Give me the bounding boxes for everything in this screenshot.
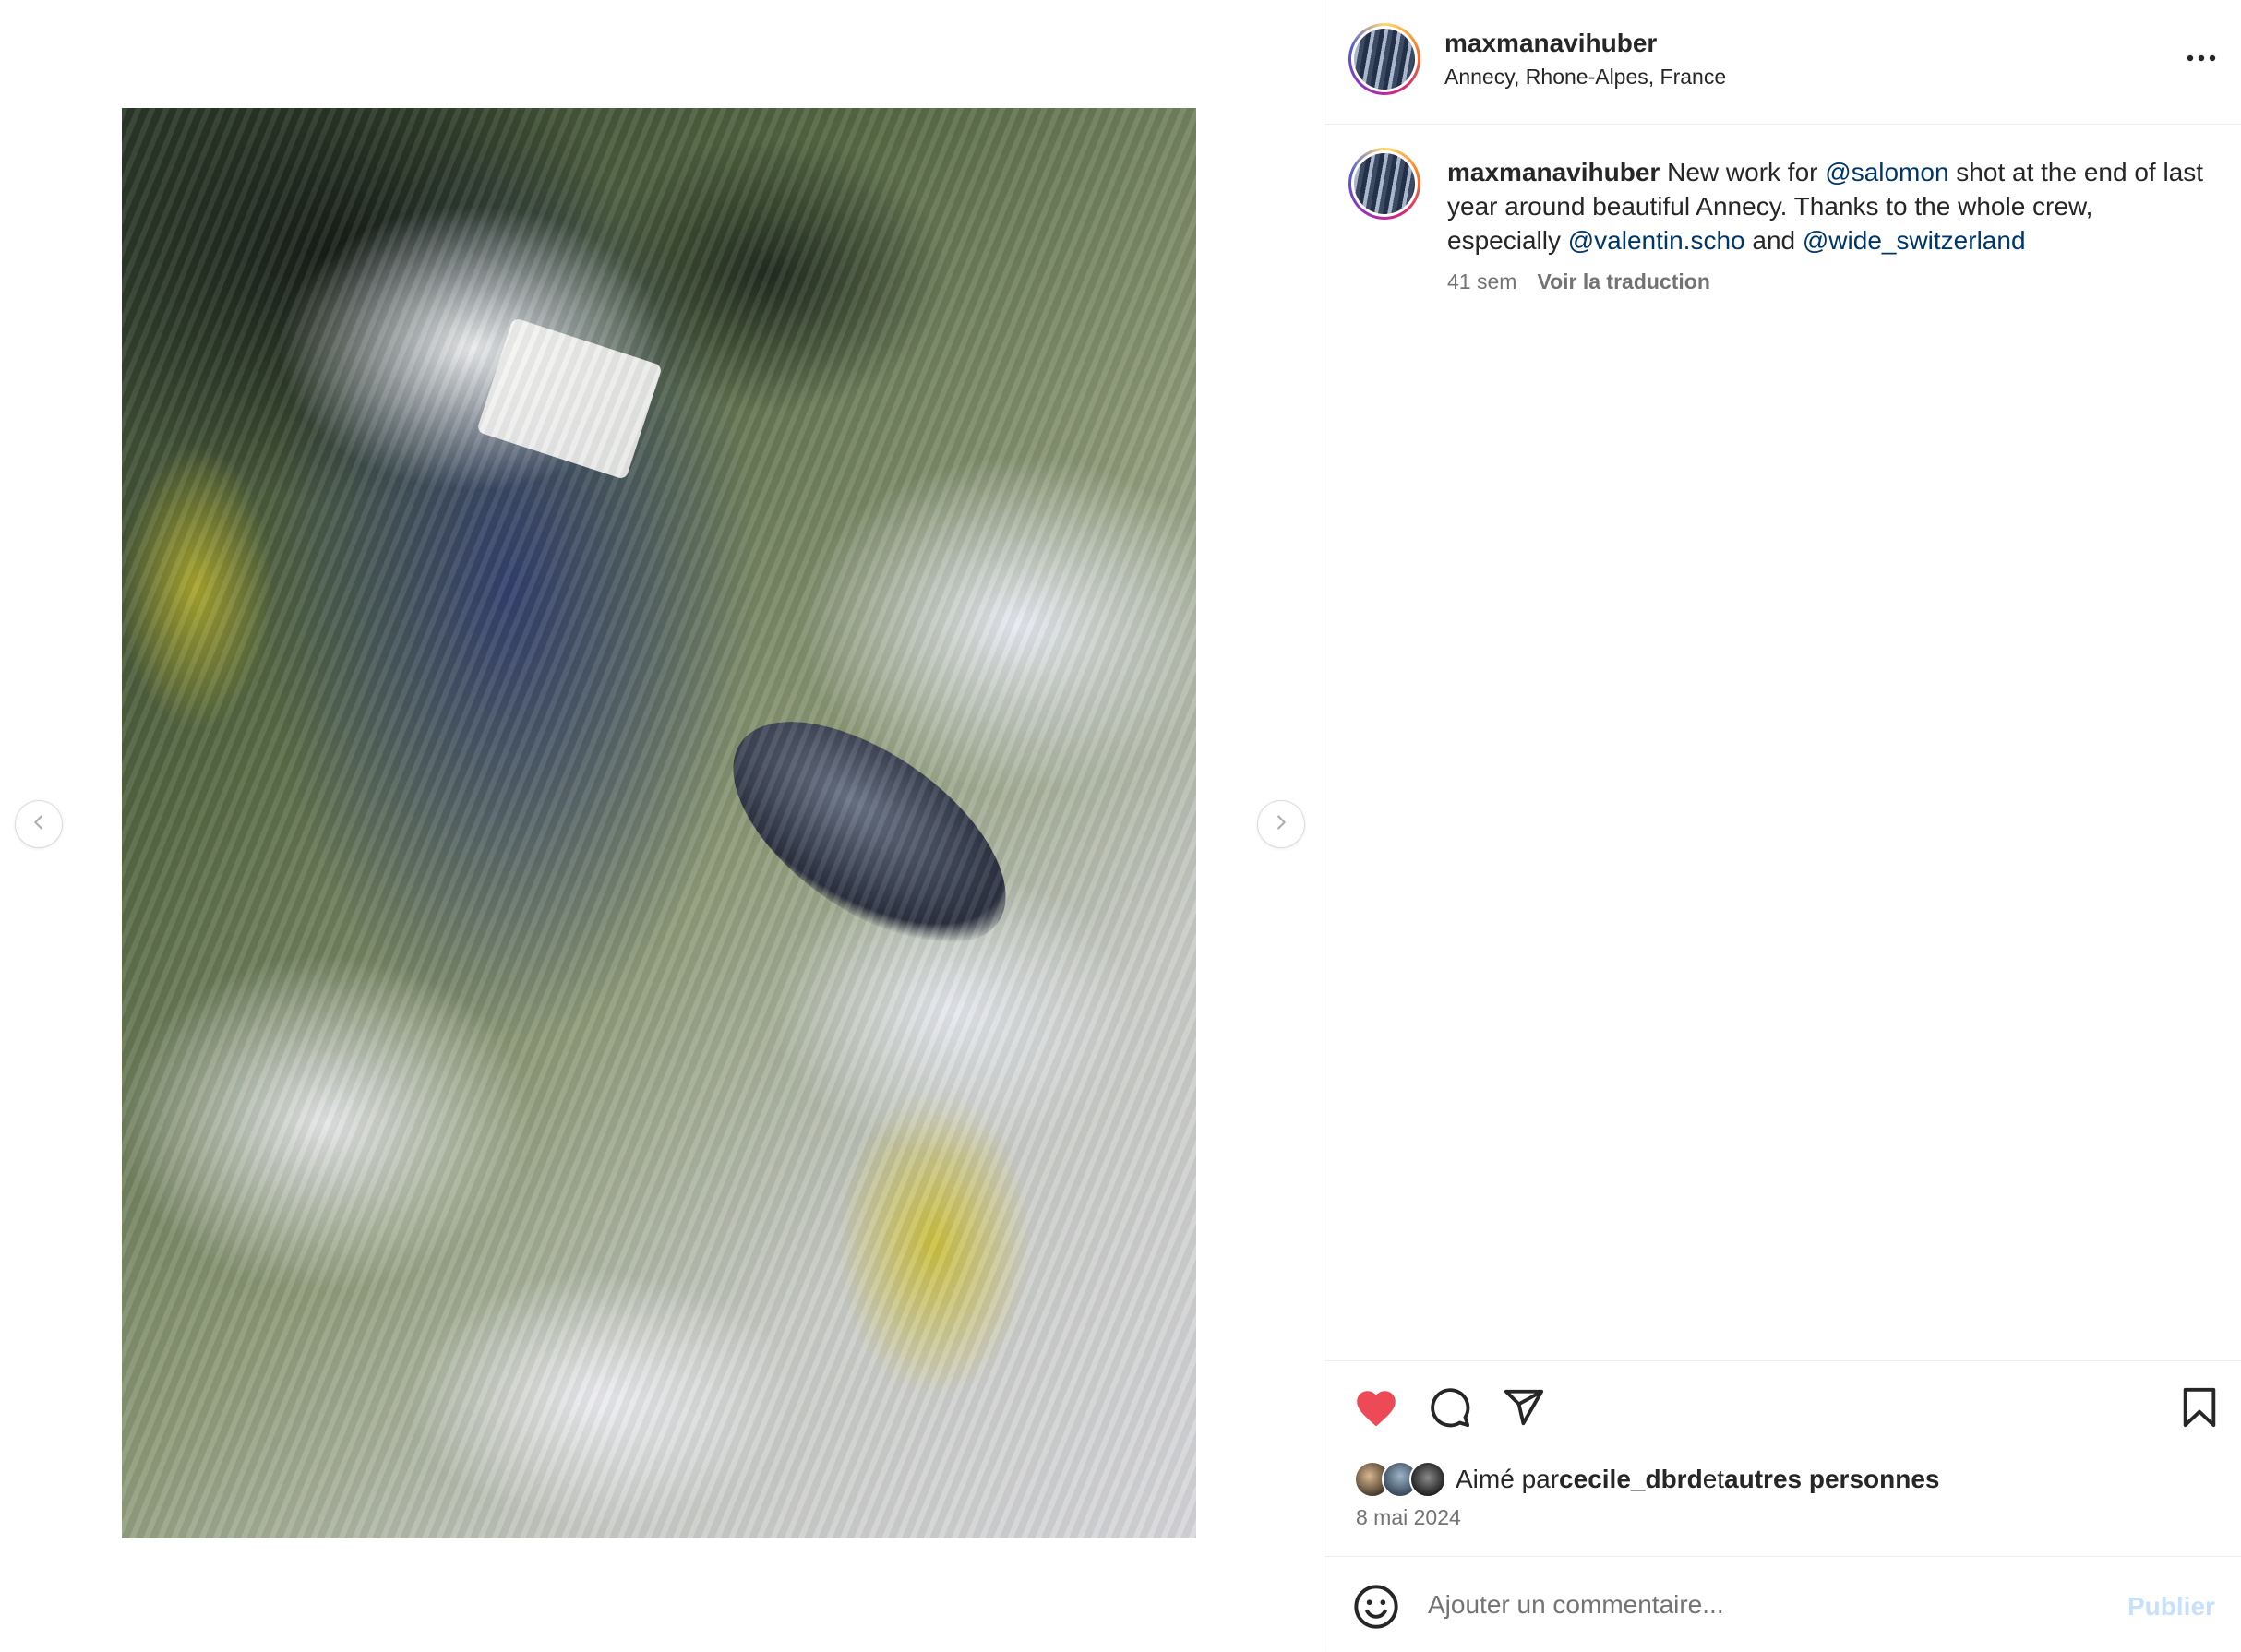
photo-shoe-detail [695,677,1044,988]
like-button[interactable] [1352,1385,1400,1433]
post-actions: Aimé par cecile_dbrd et autres personnes… [1324,1360,2241,1557]
comment-icon [1429,1386,1471,1433]
liker-username-link[interactable]: cecile_dbrd [1559,1465,1703,1494]
bookmark-icon [2180,1386,2219,1433]
author-username-link[interactable]: maxmanavihuber [1444,29,1657,58]
caption-text-part: and [1744,226,1803,255]
publish-button[interactable]: Publier [2127,1592,2215,1622]
share-button[interactable] [1500,1385,1548,1433]
heart-icon [1354,1387,1398,1432]
emoji-button[interactable] [1352,1583,1400,1631]
avatar-image [1354,153,1415,214]
comment-input[interactable] [1428,1581,2055,1629]
other-likers-link[interactable]: autres personnes [1724,1465,1939,1494]
mention-link-salomon[interactable]: @salomon [1825,158,1948,186]
media-pane [0,0,1324,1651]
caption-age: 41 sem [1447,269,1517,293]
next-photo-button[interactable] [1257,800,1305,848]
mention-link-valentin[interactable]: @valentin.scho [1568,226,1745,255]
likes-connector: et [1702,1465,1725,1493]
caption-author-avatar[interactable] [1348,148,1420,220]
location-link[interactable]: Annecy, Rhone-Alpes, France [1444,65,1726,90]
see-translation-button[interactable]: Voir la traduction [1537,269,1709,293]
post-header: maxmanavihuber Annecy, Rhone-Alpes, Fran… [1324,0,2241,125]
save-button[interactable] [2175,1385,2223,1433]
send-icon [1503,1386,1545,1433]
previous-photo-button[interactable] [15,800,63,848]
mention-link-wide-switzerland[interactable]: @wide_switzerland [1803,226,2026,255]
post-side-panel: maxmanavihuber Annecy, Rhone-Alpes, Fran… [1324,0,2241,1651]
caption-text-part: New work for [1660,158,1826,186]
avatar-image [1354,29,1415,90]
comment-composer: Publier [1324,1556,2241,1652]
liker-avatar [1409,1461,1446,1498]
likes-prefix: Aimé par [1456,1465,1560,1493]
liker-avatars[interactable] [1354,1461,1448,1498]
likes-summary: Aimé par cecile_dbrd et autres personnes [1354,1461,1939,1498]
caption-text: maxmanavihuber New work for @salomon sho… [1447,155,2213,257]
chevron-left-icon [29,812,49,837]
post-date: 8 mai 2024 [1356,1505,1461,1529]
emoji-icon [1352,1585,1400,1634]
author-avatar[interactable] [1348,23,1420,95]
more-horizontal-icon [2185,51,2218,67]
caption-meta: 41 sem Voir la traduction [1447,269,1710,294]
chevron-right-icon [1271,812,1291,837]
more-options-button[interactable] [2174,41,2229,78]
photo-paper-detail [476,317,663,481]
post-photo[interactable] [122,108,1196,1538]
caption-username-link[interactable]: maxmanavihuber [1447,158,1660,186]
comment-button[interactable] [1426,1385,1474,1433]
